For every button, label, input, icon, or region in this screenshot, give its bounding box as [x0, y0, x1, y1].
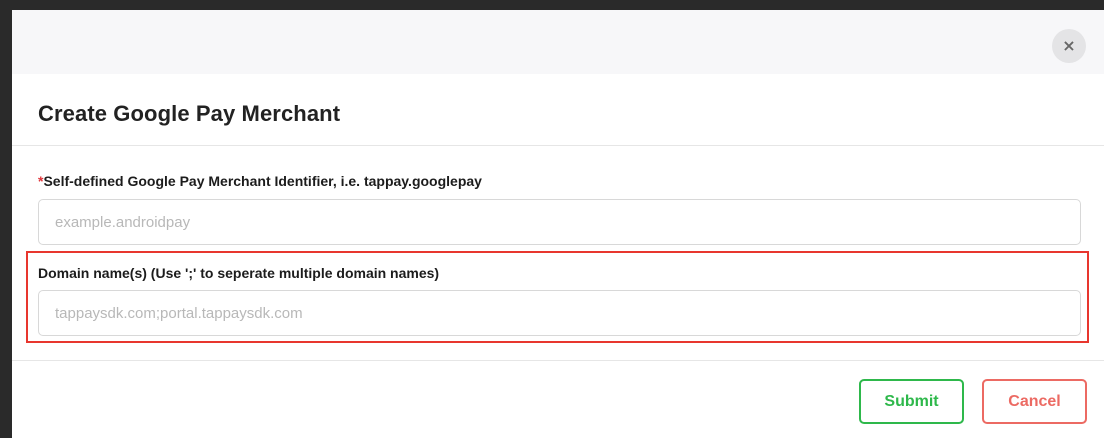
footer-divider — [12, 360, 1104, 361]
merchant-id-label: *Self-defined Google Pay Merchant Identi… — [38, 173, 482, 189]
dialog-header: Create Google Pay Merchant — [12, 74, 1104, 146]
create-merchant-dialog: × Create Google Pay Merchant *Self-defin… — [12, 10, 1104, 438]
close-button[interactable]: × — [1052, 29, 1086, 63]
close-icon: × — [1062, 36, 1076, 55]
dialog-title: Create Google Pay Merchant — [38, 101, 341, 126]
dialog-top-bar: × — [12, 10, 1104, 74]
merchant-id-label-text: Self-defined Google Pay Merchant Identif… — [43, 173, 482, 189]
cancel-button[interactable]: Cancel — [982, 379, 1087, 424]
domain-names-label: Domain name(s) (Use ';' to seperate mult… — [38, 265, 440, 281]
submit-button[interactable]: Submit — [859, 379, 964, 424]
domain-names-input[interactable] — [38, 290, 1081, 336]
merchant-id-input[interactable] — [38, 199, 1081, 245]
